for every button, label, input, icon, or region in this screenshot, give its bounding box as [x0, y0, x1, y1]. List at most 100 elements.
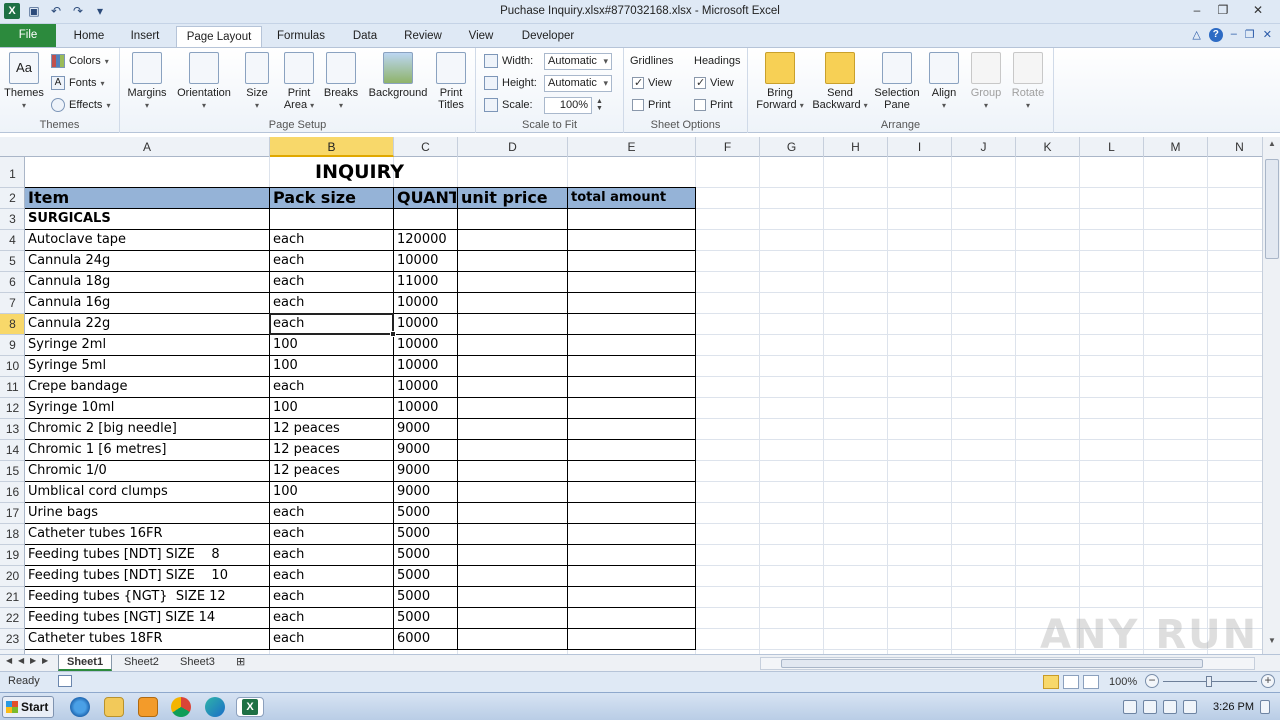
background-button[interactable]: Background: [364, 52, 432, 99]
tab-insert[interactable]: Insert: [120, 26, 170, 47]
workbook-restore-icon[interactable]: ❐: [1245, 28, 1255, 42]
quantity-cell[interactable]: 9000: [394, 482, 456, 502]
item-cell[interactable]: Syringe 5ml: [25, 356, 268, 376]
power-icon[interactable]: [1183, 700, 1198, 714]
row-header-21[interactable]: 21: [0, 587, 24, 608]
vertical-scrollbar[interactable]: ▲ ▼: [1262, 137, 1280, 654]
row-header-18[interactable]: 18: [0, 524, 24, 545]
tab-file[interactable]: File: [0, 24, 56, 47]
row-header-16[interactable]: 16: [0, 482, 24, 503]
media-player-icon[interactable]: [138, 697, 158, 717]
item-cell[interactable]: Cannula 18g: [25, 272, 268, 292]
gridlines-print-checkbox[interactable]: Print: [632, 96, 671, 114]
row-header-22[interactable]: 22: [0, 608, 24, 629]
workbook-minimize-icon[interactable]: –: [1231, 28, 1237, 42]
pack-size-cell[interactable]: 100: [270, 335, 392, 355]
pack-size-cell[interactable]: 12 peaces: [270, 419, 392, 439]
quantity-cell[interactable]: 10000: [394, 314, 456, 334]
pack-size-cell[interactable]: each: [270, 629, 392, 649]
row-header-11[interactable]: 11: [0, 377, 24, 398]
column-header-l[interactable]: L: [1080, 137, 1144, 157]
worksheet-grid[interactable]: INQUIRY Item Pack size QUANT unit price total…: [25, 157, 1262, 654]
prev-sheet-icon[interactable]: ◀: [18, 656, 24, 665]
quantity-cell[interactable]: 10000: [394, 251, 456, 271]
item-cell[interactable]: Feeding tubes {NGT} SIZE 12: [25, 587, 268, 607]
item-cell[interactable]: Feeding tubes [NDT] SIZE 8: [25, 545, 268, 565]
quantity-cell[interactable]: 10000: [394, 335, 456, 355]
send-backward-button[interactable]: Send Backward ▾: [810, 52, 870, 112]
item-cell[interactable]: Feeding tubes [NDT] SIZE 10: [25, 566, 268, 586]
column-header-d[interactable]: D: [458, 137, 568, 157]
item-cell[interactable]: Umblical cord clumps: [25, 482, 268, 502]
item-cell[interactable]: Syringe 10ml: [25, 398, 268, 418]
scroll-up-icon[interactable]: ▲: [1263, 139, 1280, 155]
column-header-h[interactable]: H: [824, 137, 888, 157]
pack-size-cell[interactable]: each: [270, 230, 392, 250]
tab-review[interactable]: Review: [396, 26, 450, 47]
breaks-button[interactable]: Breaks ▾: [322, 52, 360, 112]
quantity-cell[interactable]: 10000: [394, 377, 456, 397]
section-cell[interactable]: SURGICALS: [25, 209, 268, 229]
item-cell[interactable]: Catheter tubes 18FR: [25, 629, 268, 649]
clock[interactable]: 3:26 PM: [1213, 701, 1254, 713]
group-button[interactable]: Group ▾: [968, 52, 1004, 112]
row-header-6[interactable]: 6: [0, 272, 24, 293]
zoom-in-icon[interactable]: +: [1261, 674, 1275, 688]
restore-icon[interactable]: ❐: [1210, 0, 1236, 20]
column-header-f[interactable]: F: [696, 137, 760, 157]
normal-view-icon[interactable]: [1043, 675, 1059, 689]
zoom-slider-thumb[interactable]: [1206, 676, 1212, 687]
quantity-cell[interactable]: 6000: [394, 629, 456, 649]
row-header-4[interactable]: 4: [0, 230, 24, 251]
column-header-i[interactable]: I: [888, 137, 952, 157]
sheet-tab-sheet3[interactable]: Sheet3: [172, 655, 223, 671]
close-icon[interactable]: ✕: [1236, 0, 1280, 20]
width-select[interactable]: Automatic: [544, 52, 612, 70]
column-header-k[interactable]: K: [1016, 137, 1080, 157]
column-header-c[interactable]: C: [394, 137, 458, 157]
row-header-7[interactable]: 7: [0, 293, 24, 314]
file-explorer-icon[interactable]: [104, 697, 124, 717]
sheet-tab-sheet2[interactable]: Sheet2: [116, 655, 167, 671]
fill-handle[interactable]: [390, 331, 396, 337]
edge-icon[interactable]: [205, 697, 225, 717]
column-header-a[interactable]: A: [25, 137, 270, 157]
tab-formulas[interactable]: Formulas: [268, 26, 334, 47]
horizontal-scroll-thumb[interactable]: [781, 659, 1203, 668]
scale-input[interactable]: 100%: [544, 96, 592, 114]
quantity-cell[interactable]: 5000: [394, 566, 456, 586]
sheet-title-cell[interactable]: INQUIRY: [25, 157, 694, 187]
margins-button[interactable]: Margins ▾: [126, 52, 168, 112]
item-cell[interactable]: Chromic 1 [6 metres]: [25, 440, 268, 460]
pack-size-cell[interactable]: each: [270, 587, 392, 607]
print-titles-button[interactable]: Print Titles: [434, 52, 468, 111]
insert-sheet-icon[interactable]: ⊞: [228, 655, 253, 671]
column-header-j[interactable]: J: [952, 137, 1016, 157]
column-header-b[interactable]: B: [270, 137, 394, 157]
minimize-icon[interactable]: –: [1184, 0, 1210, 20]
pack-size-cell[interactable]: 100: [270, 398, 392, 418]
pack-size-cell[interactable]: each: [270, 377, 392, 397]
item-cell[interactable]: Cannula 22g: [25, 314, 268, 334]
tab-page-layout[interactable]: Page Layout: [176, 26, 262, 48]
scale-spinner[interactable]: ▲ ▼: [596, 98, 604, 112]
item-cell[interactable]: Cannula 24g: [25, 251, 268, 271]
scroll-down-icon[interactable]: ▼: [1263, 636, 1280, 652]
quantity-cell[interactable]: 5000: [394, 587, 456, 607]
tab-data[interactable]: Data: [340, 26, 390, 47]
headings-view-checkbox[interactable]: View: [694, 74, 734, 92]
quantity-cell[interactable]: 9000: [394, 440, 456, 460]
pack-size-cell[interactable]: 12 peaces: [270, 440, 392, 460]
item-cell[interactable]: Urine bags: [25, 503, 268, 523]
size-button[interactable]: Size ▾: [242, 52, 272, 112]
pack-size-cell[interactable]: each: [270, 293, 392, 313]
item-cell[interactable]: Crepe bandage: [25, 377, 268, 397]
header-cell-pack-size[interactable]: Pack size: [270, 188, 392, 208]
row-header-2[interactable]: 2: [0, 188, 24, 209]
row-header-8[interactable]: 8: [0, 314, 24, 335]
quantity-cell[interactable]: 5000: [394, 545, 456, 565]
quantity-cell[interactable]: 5000: [394, 524, 456, 544]
tab-home[interactable]: Home: [64, 26, 114, 47]
workbook-close-icon[interactable]: ✕: [1263, 28, 1272, 42]
print-area-button[interactable]: Print Area ▾: [280, 52, 318, 112]
